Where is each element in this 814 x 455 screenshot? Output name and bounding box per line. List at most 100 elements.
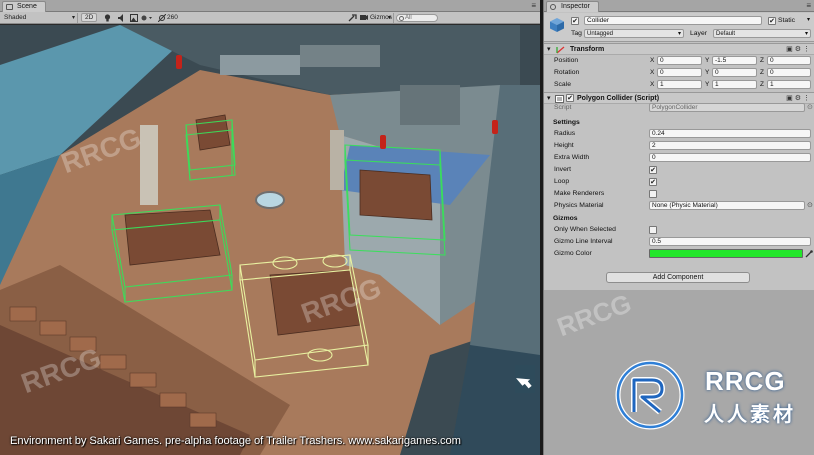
hidden-objects-icon[interactable] (157, 13, 167, 24)
object-picker-icon[interactable]: ⊙ (807, 201, 813, 210)
tab-scene-label: Scene (17, 3, 37, 10)
tag-dropdown[interactable]: Untagged (584, 29, 684, 38)
script-field: PolygonCollider (649, 103, 805, 112)
static-label: Static (778, 17, 795, 24)
gizmo-line-interval-field[interactable]: 0.5 (649, 237, 811, 246)
gameobject-header: ✔ Collider ✔ Static ▾ Tag Untagged Layer… (544, 13, 814, 42)
scene-search-input[interactable]: All (396, 14, 438, 22)
axis-z-label: Z (760, 57, 764, 64)
logo-text-rrcg: RRCG (705, 366, 786, 396)
extra-width-label: Extra Width (554, 154, 590, 161)
shading-mode-dropdown[interactable]: Shaded (4, 13, 78, 23)
position-y-field[interactable]: -1.5 (712, 56, 757, 65)
radius-label: Radius (554, 130, 576, 137)
tag-value: Untagged (587, 31, 614, 37)
tab-scene[interactable]: Scene (2, 1, 46, 12)
physics-material-field[interactable]: None (Physic Material) (649, 201, 805, 210)
only-when-selected-checkbox[interactable] (649, 226, 657, 234)
transform-icon (556, 46, 565, 54)
gizmo-line-interval-label: Gizmo Line Interval (554, 238, 613, 245)
lighting-toggle-icon[interactable] (104, 14, 111, 24)
height-label: Height (554, 142, 574, 149)
height-field[interactable]: 2 (649, 141, 811, 150)
loop-label: Loop (554, 178, 570, 185)
inspector-menu-icon[interactable]: ≡ (806, 1, 811, 10)
polygon-collider-fields: Script PolygonCollider ⊙ Settings Radius… (544, 103, 814, 270)
polygon-collider-enabled-checkbox[interactable]: ✔ (566, 94, 574, 102)
scene-toolbar: Shaded 2D 260 Gizmos All (0, 12, 540, 24)
gizmo-color-row: Gizmo Color (544, 249, 814, 259)
gameobject-name-field[interactable]: Collider (584, 16, 762, 25)
toggle-2d-button[interactable]: 2D (81, 13, 98, 22)
tag-label: Tag (571, 30, 582, 37)
audio-toggle-icon[interactable] (118, 14, 126, 24)
rotation-y-field[interactable]: 0 (712, 68, 757, 77)
effects-dropdown-icon[interactable] (141, 14, 153, 24)
loop-checkbox[interactable]: ✔ (649, 178, 657, 186)
gizmos-label: Gizmos (370, 14, 393, 21)
object-picker-icon[interactable]: ⊙ (807, 103, 813, 112)
extra-width-field[interactable]: 0 (649, 153, 811, 162)
tools-icon[interactable] (348, 14, 357, 24)
image-effects-icon[interactable] (130, 14, 138, 24)
watermark-text: RRCG (553, 287, 636, 343)
scene-search-placeholder: All (405, 15, 412, 21)
rotation-label: Rotation (554, 69, 580, 76)
only-when-selected-label: Only When Selected (554, 226, 616, 233)
transform-header[interactable]: ▾ Transform ▣⚙⋮ (544, 43, 814, 55)
logo-text-chinese: 人人素材 (704, 404, 796, 426)
scale-y-field[interactable]: 1 (712, 80, 757, 89)
position-x-field[interactable]: 0 (657, 56, 702, 65)
tab-inspector[interactable]: Inspector (546, 1, 599, 12)
gizmo-color-swatch[interactable] (649, 249, 803, 258)
rrcg-logo: RRCG 人人素材 (608, 360, 808, 430)
physics-material-label: Physics Material (554, 202, 604, 209)
scene-viewport[interactable]: RRCG RRCG RRCG (0, 25, 540, 455)
axis-y-label: Y (705, 69, 710, 76)
layer-value: Default (716, 31, 736, 37)
rotation-z-field[interactable]: 0 (767, 68, 811, 77)
position-z-field[interactable]: 0 (767, 56, 811, 65)
gizmo-color-label: Gizmo Color (554, 250, 592, 257)
panel-menu-icon[interactable]: ≡ (531, 1, 536, 10)
add-component-button[interactable]: Add Component (606, 272, 750, 283)
rrcg-logo-emblem (615, 360, 685, 430)
scene-icon (6, 4, 13, 10)
toggle-2d-label: 2D (85, 14, 94, 21)
transform-title: Transform (570, 46, 605, 53)
eyedropper-icon[interactable] (805, 250, 813, 258)
gameobject-active-checkbox[interactable]: ✔ (571, 17, 579, 25)
gizmos-dropdown[interactable]: Gizmos (370, 13, 394, 23)
foldout-arrow-icon[interactable]: ▾ (547, 45, 551, 53)
transform-fields: Position X 0 Y -1.5 Z 0 Rotation X 0 Y 0… (544, 56, 814, 92)
scale-x-field[interactable]: 1 (657, 80, 702, 89)
foldout-arrow-icon[interactable]: ▾ (547, 94, 551, 102)
shading-mode-label: Shaded (4, 14, 27, 21)
gizmos-section-title: Gizmos (553, 215, 578, 222)
axis-x-label: X (650, 69, 655, 76)
scale-z-field[interactable]: 1 (767, 80, 811, 89)
layer-dropdown[interactable]: Default (713, 29, 811, 38)
component-settings-icons[interactable]: ▣⚙⋮ (786, 45, 812, 53)
script-icon (555, 95, 564, 103)
component-settings-icons[interactable]: ▣⚙⋮ (786, 94, 812, 102)
scale-label: Scale (554, 81, 572, 88)
script-label: Script (554, 104, 572, 111)
inspector-tab-bar: Inspector ≡ (544, 0, 814, 12)
gameobject-cube-icon (550, 18, 564, 32)
arrow-down-icon (516, 378, 532, 389)
axis-z-label: Z (760, 69, 764, 76)
tab-inspector-label: Inspector (561, 3, 590, 10)
invert-checkbox[interactable]: ✔ (649, 166, 657, 174)
static-checkbox[interactable]: ✔ (768, 17, 776, 25)
radius-field[interactable]: 0.24 (649, 129, 811, 138)
scene-tab-bar: Scene ≡ (0, 0, 540, 12)
scene-camera-dropdown[interactable] (360, 13, 368, 23)
make-renderers-checkbox[interactable] (649, 190, 657, 198)
video-caption: Environment by Sakari Games. pre-alpha f… (10, 435, 461, 447)
static-dropdown-icon[interactable]: ▾ (807, 16, 810, 25)
axis-y-label: Y (705, 57, 710, 64)
axis-y-label: Y (705, 81, 710, 88)
rotation-x-field[interactable]: 0 (657, 68, 702, 77)
invert-label: Invert (554, 166, 571, 173)
